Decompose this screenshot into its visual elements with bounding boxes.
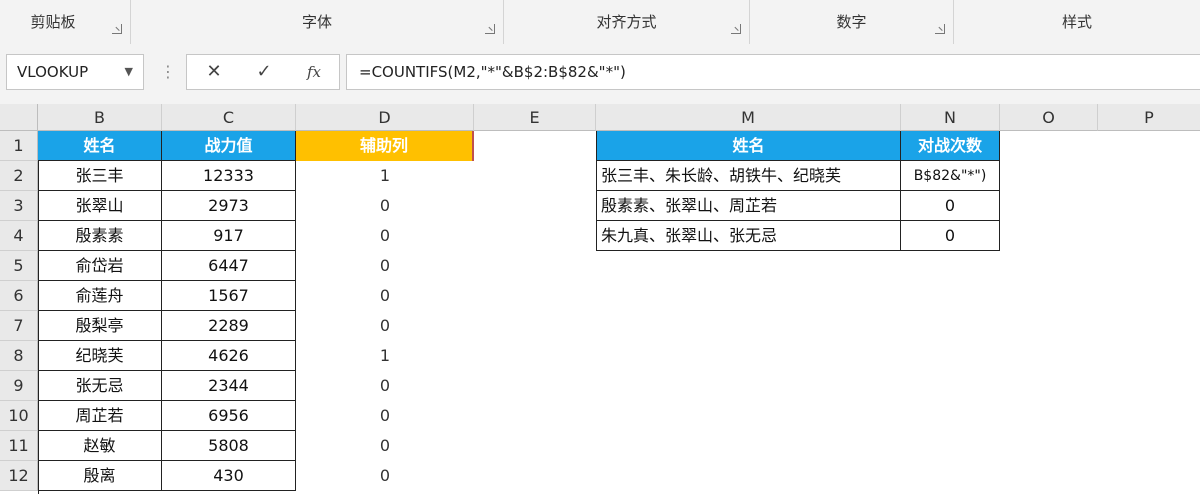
row-header[interactable]: 8 [0, 341, 38, 371]
column-header-m[interactable]: M [596, 104, 901, 131]
cell-match-count[interactable]: 0 [901, 191, 1000, 221]
column-header-p[interactable]: P [1098, 104, 1200, 131]
cell-name[interactable]: 张无忌 [38, 371, 162, 401]
chevron-down-icon[interactable]: ▼ [125, 55, 133, 89]
header-name[interactable]: 姓名 [38, 131, 162, 161]
row-header[interactable]: 3 [0, 191, 38, 221]
formula-bar: VLOOKUP ▼ ⋮ ✕ ✓ fx =COUNTIFS(M2,"*"&B$2:… [0, 44, 1200, 104]
cell-power[interactable]: 2289 [162, 311, 296, 341]
column-header-n[interactable]: N [901, 104, 1000, 131]
row-header[interactable]: 5 [0, 251, 38, 281]
cell-helper[interactable]: 0 [296, 281, 474, 311]
header-power[interactable]: 战力值 [162, 131, 296, 161]
cell-helper[interactable]: 0 [296, 251, 474, 281]
formula-buttons: ✕ ✓ fx [186, 54, 340, 90]
cell-power[interactable]: 6956 [162, 401, 296, 431]
column-header-c[interactable]: C [162, 104, 296, 131]
confirm-icon[interactable]: ✓ [239, 55, 289, 89]
name-box-value: VLOOKUP [17, 63, 89, 81]
cell-name[interactable]: 殷离 [38, 461, 162, 491]
ribbon-group-label: 字体 [301, 13, 332, 31]
ribbon-group-clipboard: 剪贴板 [0, 0, 131, 44]
cell-name[interactable]: 赵敏 [38, 431, 162, 461]
dialog-launcher-icon[interactable] [731, 24, 741, 34]
worksheet-grid[interactable]: B C D E M N O P 1 2 3 4 5 6 7 8 9 10 11 … [0, 104, 1200, 494]
cell-name[interactable]: 张三丰 [38, 161, 162, 191]
cell-power[interactable]: 917 [162, 221, 296, 251]
row-header[interactable]: 10 [0, 401, 38, 431]
cell-name[interactable]: 张翠山 [38, 191, 162, 221]
header-match-count[interactable]: 对战次数 [901, 131, 1000, 161]
cell-helper[interactable]: 0 [296, 191, 474, 221]
insert-function-icon[interactable]: fx [289, 55, 339, 89]
cell-name[interactable]: 周芷若 [38, 401, 162, 431]
ribbon: 剪贴板 字体 对齐方式 数字 样式 [0, 0, 1200, 45]
ribbon-group-font: 字体 [131, 0, 504, 44]
row-header[interactable]: 12 [0, 461, 38, 491]
row-header[interactable]: 1 [0, 131, 38, 161]
cancel-icon[interactable]: ✕ [189, 55, 239, 89]
row-header[interactable]: 2 [0, 161, 38, 191]
row-header[interactable]: 6 [0, 281, 38, 311]
ribbon-group-label: 数字 [836, 13, 867, 31]
cell-power[interactable]: 430 [162, 461, 296, 491]
header-helper[interactable]: 辅助列 [296, 131, 474, 161]
cell-match-count-editing[interactable]: B$82&"*") [901, 161, 1000, 191]
cell-power[interactable]: 2973 [162, 191, 296, 221]
cell-helper[interactable]: 0 [296, 431, 474, 461]
cell-helper[interactable]: 1 [296, 161, 474, 191]
row-header[interactable]: 11 [0, 431, 38, 461]
cell-helper[interactable]: 1 [296, 341, 474, 371]
cell-name[interactable]: 殷素素 [38, 221, 162, 251]
cell-helper[interactable]: 0 [296, 401, 474, 431]
dialog-launcher-icon[interactable] [485, 24, 495, 34]
row-header[interactable]: 4 [0, 221, 38, 251]
name-box[interactable]: VLOOKUP ▼ [6, 54, 144, 90]
ribbon-group-number: 数字 [750, 0, 954, 44]
ribbon-group-label: 样式 [1061, 13, 1092, 31]
column-header-e[interactable]: E [474, 104, 596, 131]
column-header-d[interactable]: D [296, 104, 474, 131]
cell-helper[interactable]: 0 [296, 461, 474, 491]
cell-power[interactable]: 12333 [162, 161, 296, 191]
row-header[interactable]: 7 [0, 311, 38, 341]
cell-name[interactable]: 俞莲舟 [38, 281, 162, 311]
cell-power[interactable]: 1567 [162, 281, 296, 311]
cell-helper[interactable]: 0 [296, 311, 474, 341]
cell-name[interactable]: 纪晓芙 [38, 341, 162, 371]
cell-helper[interactable]: 0 [296, 371, 474, 401]
cell-power[interactable]: 6447 [162, 251, 296, 281]
dialog-launcher-icon[interactable] [935, 24, 945, 34]
column-header-b[interactable]: B [38, 104, 162, 131]
ribbon-group-styles: 样式 [954, 0, 1200, 44]
ribbon-group-alignment: 对齐方式 [504, 0, 750, 44]
cell-power[interactable]: 5808 [162, 431, 296, 461]
cell-name[interactable]: 殷梨亭 [38, 311, 162, 341]
row-header[interactable]: 9 [0, 371, 38, 401]
ribbon-group-label: 对齐方式 [596, 13, 657, 31]
cell-name[interactable]: 俞岱岩 [38, 251, 162, 281]
cell-helper[interactable]: 0 [296, 221, 474, 251]
select-all-corner[interactable] [0, 104, 38, 131]
cell-power[interactable]: 2344 [162, 371, 296, 401]
cell-names[interactable]: 殷素素、张翠山、周芷若 [597, 191, 901, 221]
column-header-o[interactable]: O [1000, 104, 1098, 131]
header-names[interactable]: 姓名 [597, 131, 901, 161]
cell-power[interactable]: 4626 [162, 341, 296, 371]
cell-match-count[interactable]: 0 [901, 221, 1000, 251]
resize-handle-icon[interactable]: ⋮ [160, 58, 176, 86]
cell-names[interactable]: 张三丰、朱长龄、胡铁牛、纪晓芙 [597, 161, 901, 191]
ribbon-group-label: 剪贴板 [30, 13, 76, 31]
formula-input[interactable]: =COUNTIFS(M2,"*"&B$2:B$82&"*") [346, 54, 1200, 90]
cell-names[interactable]: 朱九真、张翠山、张无忌 [597, 221, 901, 251]
dialog-launcher-icon[interactable] [112, 24, 122, 34]
